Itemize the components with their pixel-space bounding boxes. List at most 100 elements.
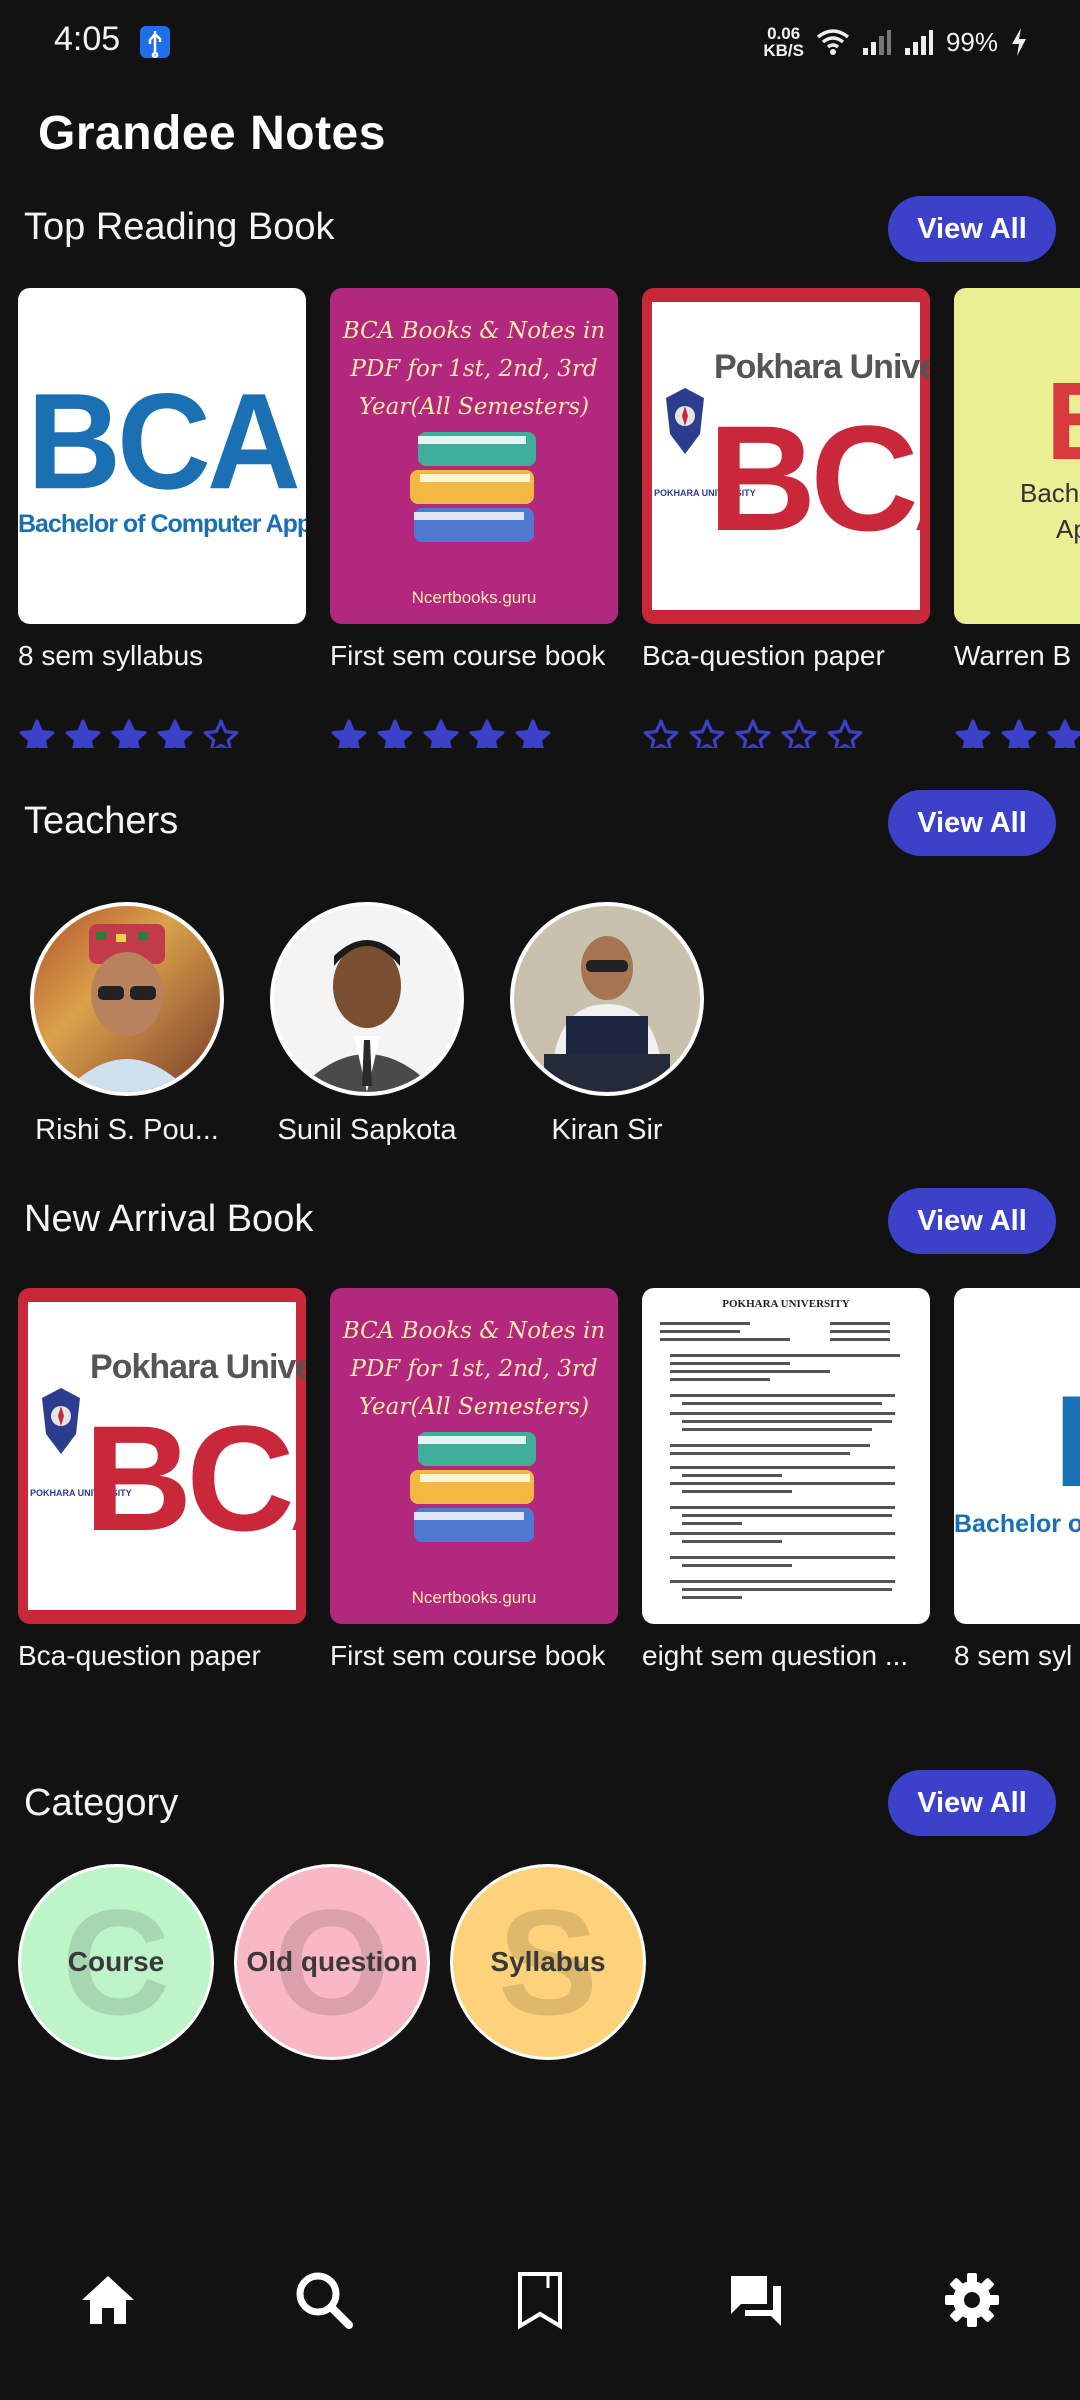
home-icon bbox=[82, 2276, 134, 2324]
nav-bookmark[interactable] bbox=[500, 2260, 580, 2340]
category-label: Old question bbox=[246, 1946, 418, 1977]
rating-stars bbox=[330, 718, 552, 748]
document-lines bbox=[660, 1322, 900, 1599]
usb-icon bbox=[140, 26, 170, 59]
battery-percent: 99% bbox=[945, 26, 998, 57]
book-card[interactable]: BCA Books & Notes in PDF for 1st, 2nd, 3… bbox=[330, 1288, 618, 1672]
cover-sub-text: Bachelor of Co bbox=[954, 1510, 1080, 1538]
charging-icon bbox=[1012, 28, 1026, 56]
book-cover: Pokhara University POKHARA UNIVERSITY BC… bbox=[18, 1288, 306, 1624]
star-filled-icon bbox=[157, 719, 193, 748]
search-icon bbox=[296, 2272, 353, 2329]
teacher-card[interactable]: Kiran Sir bbox=[497, 902, 717, 1147]
avatar bbox=[510, 902, 704, 1096]
star-filled-icon bbox=[377, 719, 413, 748]
book-card[interactable]: BCA Books & Notes in PDF for 1st, 2nd, 3… bbox=[330, 288, 618, 672]
book-cover: B Bachel Ap bbox=[954, 288, 1080, 624]
books-stack-icon bbox=[410, 432, 536, 542]
nav-settings[interactable] bbox=[932, 2260, 1012, 2340]
settings-icon bbox=[945, 2273, 999, 2327]
avatar bbox=[270, 902, 464, 1096]
book-card[interactable]: B Bachelor of Co 8 sem syl bbox=[954, 1288, 1080, 1672]
cover-big-text: BCA bbox=[84, 1394, 306, 1562]
book-cover: B Bachelor of Co bbox=[954, 1288, 1080, 1624]
star-filled-icon bbox=[955, 719, 991, 748]
book-card[interactable]: B Bachel Ap Warren B bbox=[954, 288, 1080, 672]
bottom-nav bbox=[0, 2240, 1080, 2360]
book-card[interactable]: Pokhara University POKHARA UNIVERSITY BC… bbox=[642, 288, 930, 672]
book-title: 8 sem syllabus bbox=[18, 640, 204, 671]
signal-icon-2 bbox=[904, 30, 933, 55]
book-card[interactable]: BCA Bachelor of Computer Application 8 s… bbox=[18, 288, 306, 672]
book-cover: BCA Bachelor of Computer Application bbox=[18, 288, 306, 624]
star-filled-icon bbox=[515, 719, 551, 748]
star-filled-icon bbox=[469, 719, 505, 748]
category-syllabus[interactable]: S Syllabus bbox=[450, 1864, 646, 2060]
star-outline-icon bbox=[643, 719, 679, 748]
book-card[interactable]: Pokhara University POKHARA UNIVERSITY BC… bbox=[18, 1288, 306, 1672]
star-filled-icon bbox=[1001, 719, 1037, 748]
cover-top-text: Pokhara University bbox=[90, 1348, 306, 1386]
section-title-new-arrival: New Arrival Book bbox=[24, 1198, 314, 1240]
star-filled-icon bbox=[423, 719, 459, 748]
teacher-card[interactable]: Sunil Sapkota bbox=[257, 902, 477, 1147]
nav-chat[interactable] bbox=[716, 2260, 796, 2340]
net-speed: 0.06 KB/S bbox=[763, 25, 804, 59]
book-title: 8 sem syl bbox=[954, 1640, 1073, 1671]
status-time: 4:05 bbox=[54, 20, 121, 58]
view-all-new-arrival-button[interactable]: View All bbox=[888, 1188, 1056, 1254]
cover-sub-text: Bachelor of Computer Application bbox=[18, 510, 306, 538]
star-outline-icon bbox=[827, 719, 863, 748]
cover-sub-text: Bachel bbox=[1020, 478, 1080, 508]
book-title: First sem course book bbox=[330, 640, 606, 671]
cover-sub2-text: Ap bbox=[1056, 514, 1080, 544]
bookmark-icon bbox=[518, 2272, 562, 2330]
cover-footer: Ncertbooks.guru bbox=[411, 1588, 537, 1607]
university-logo bbox=[42, 1388, 80, 1454]
book-title: Warren B bbox=[954, 640, 1072, 671]
books-stack-icon bbox=[410, 1432, 536, 1542]
star-outline-icon bbox=[735, 719, 771, 748]
section-title-teachers: Teachers bbox=[24, 800, 179, 842]
book-cover: Pokhara University POKHARA UNIVERSITY BC… bbox=[642, 288, 930, 624]
avatar bbox=[30, 902, 224, 1096]
category-course[interactable]: C Course bbox=[18, 1864, 214, 2060]
book-title: Bca-question paper bbox=[18, 1640, 261, 1671]
new-arrival-carousel[interactable]: Pokhara University POKHARA UNIVERSITY BC… bbox=[0, 1288, 1080, 1688]
book-title: Bca-question paper bbox=[642, 640, 885, 671]
net-speed-value: 0.06 bbox=[767, 24, 801, 43]
view-all-category-button[interactable]: View All bbox=[888, 1770, 1056, 1836]
teacher-name: Rishi S. Pou... bbox=[35, 1114, 219, 1146]
star-filled-icon bbox=[19, 719, 55, 748]
rating-stars bbox=[954, 718, 1080, 748]
star-filled-icon bbox=[331, 719, 367, 748]
view-all-top-reading-button[interactable]: View All bbox=[888, 196, 1056, 262]
cover-top-text: Pokhara University bbox=[714, 348, 930, 386]
doc-heading: POKHARA UNIVERSITY bbox=[722, 1298, 850, 1310]
signal-icon-1 bbox=[862, 30, 891, 55]
nav-home[interactable] bbox=[68, 2260, 148, 2340]
star-filled-icon bbox=[1047, 719, 1080, 748]
cover-big-text: BCA bbox=[27, 364, 301, 518]
chat-icon bbox=[731, 2276, 781, 2326]
star-outline-icon bbox=[203, 719, 239, 748]
rating-stars bbox=[18, 718, 240, 748]
app-title: Grandee Notes bbox=[38, 107, 386, 160]
book-card[interactable]: POKHARA UNIVERSITY eight sem question ..… bbox=[642, 1288, 930, 1672]
book-title: First sem course book bbox=[330, 1640, 606, 1671]
book-cover: BCA Books & Notes in PDF for 1st, 2nd, 3… bbox=[330, 1288, 618, 1624]
section-title-category: Category bbox=[24, 1782, 179, 1824]
category-label: Syllabus bbox=[490, 1946, 606, 1977]
wifi-icon bbox=[816, 29, 850, 55]
teacher-card[interactable]: Rishi S. Pou... bbox=[17, 902, 237, 1147]
nav-search[interactable] bbox=[284, 2260, 364, 2340]
star-outline-icon bbox=[689, 719, 725, 748]
teacher-name: Kiran Sir bbox=[551, 1114, 663, 1146]
star-filled-icon bbox=[111, 719, 147, 748]
category-old-question[interactable]: O Old question bbox=[234, 1864, 430, 2060]
cover-footer: Ncertbooks.guru bbox=[411, 588, 537, 607]
top-reading-carousel[interactable]: BCA Bachelor of Computer Application 8 s… bbox=[0, 288, 1080, 748]
university-logo bbox=[666, 388, 704, 454]
book-cover: POKHARA UNIVERSITY bbox=[642, 1288, 930, 1624]
view-all-teachers-button[interactable]: View All bbox=[888, 790, 1056, 856]
